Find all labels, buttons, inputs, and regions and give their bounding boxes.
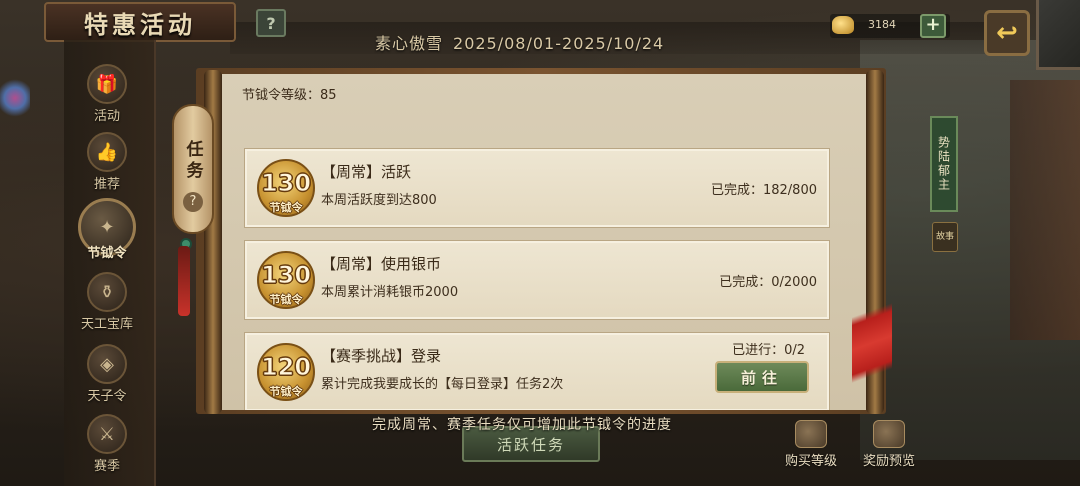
treasure-icon: ⚱	[87, 272, 127, 312]
token-reward-badge: 130 节钺令	[257, 251, 315, 309]
right-vertical-sign[interactable]: 势陆郁主	[930, 116, 958, 212]
task-description: 本周活跃度到达800	[321, 193, 437, 208]
money-bag-icon	[795, 420, 827, 448]
buy-level-button[interactable]: 购买等级	[776, 420, 846, 472]
season-icon: ⚔	[87, 414, 127, 454]
currency-display: 3184 +	[830, 14, 950, 38]
task-card: 130 节钺令 【周常】使用银币 本周累计消耗银币2000 已完成：0/2000	[244, 240, 830, 320]
page-title: 特惠活动	[84, 9, 196, 39]
sidebar-item-label: 节钺令	[87, 246, 127, 261]
background-door	[1010, 80, 1080, 340]
go-button[interactable]: 前往	[715, 361, 809, 393]
sidebar-item-label: 活动	[93, 109, 120, 124]
story-button[interactable]: 故事	[932, 222, 958, 252]
sidebar-item-label: 推荐	[93, 177, 120, 192]
reward-points: 120	[260, 353, 312, 382]
reward-preview-label: 奖励预览	[862, 454, 915, 469]
right-sign-text: 势陆郁主	[936, 136, 951, 192]
gold-ingot-icon	[832, 16, 854, 34]
page-title-banner: 特惠活动	[44, 2, 236, 42]
gift-box-icon	[873, 420, 905, 448]
sidebar-item-decree[interactable]: ◈ 天子令	[66, 344, 148, 406]
event-name: 素心傲雪	[375, 34, 444, 53]
buy-level-label: 购买等级	[784, 454, 837, 469]
token-level: 节钺令等级：85	[242, 88, 337, 103]
event-dates: 2025/08/01-2025/10/24	[453, 34, 665, 53]
task-description: 本周累计消耗银币2000	[321, 285, 459, 300]
task-progress: 已完成：0/2000	[719, 275, 817, 290]
tab-tasks[interactable]: 任务 ?	[172, 104, 214, 234]
reward-unit: 节钺令	[269, 293, 303, 306]
star-decoration-icon	[0, 76, 30, 120]
task-title: 【周常】活跃	[321, 163, 412, 181]
task-title: 【赛季挑战】登录	[321, 347, 442, 365]
reward-points: 130	[260, 261, 312, 290]
thumbs-up-icon: 👍	[87, 132, 127, 172]
task-panel: 节钺令等级：85 130 节钺令 【周常】活跃 本周活跃度到达800 已完成：1…	[222, 74, 866, 410]
gift-icon: 🎁	[87, 64, 127, 104]
reward-unit: 节钺令	[269, 385, 303, 398]
ribbon-decoration	[852, 268, 892, 418]
help-button[interactable]: ?	[256, 9, 286, 37]
token-reward-badge: 130 节钺令	[257, 159, 315, 217]
sidebar-item-activity[interactable]: 🎁 活动	[66, 64, 148, 126]
sidebar-item-token[interactable]: ✦ 节钺令	[66, 198, 148, 270]
decree-icon: ◈	[87, 344, 127, 384]
task-description: 累计完成我要成长的【每日登录】任务2次	[321, 377, 564, 392]
tab-help-icon[interactable]: ?	[183, 192, 203, 212]
task-progress: 已完成：182/800	[710, 183, 817, 198]
tassel	[178, 246, 190, 316]
currency-amount: 3184	[868, 18, 896, 31]
sidebar-item-treasure[interactable]: ⚱ 天工宝库	[66, 272, 148, 334]
reward-preview-button[interactable]: 奖励预览	[854, 420, 924, 472]
tab-tasks-label: 任务	[182, 140, 203, 182]
corner-ornament	[1036, 0, 1080, 70]
sidebar-item-label: 天工宝库	[80, 317, 133, 332]
task-card: 130 节钺令 【周常】活跃 本周活跃度到达800 已完成：182/800	[244, 148, 830, 228]
add-currency-button[interactable]: +	[920, 14, 946, 38]
sidebar-item-label: 赛季	[93, 459, 120, 474]
task-title: 【周常】使用银币	[321, 255, 442, 273]
sidebar-item-label: 天子令	[87, 389, 127, 404]
footer-note: 完成周常、赛季任务仅可增加此节钺令的进度	[372, 417, 672, 433]
event-info: 素心傲雪 2025/08/01-2025/10/24	[375, 30, 664, 54]
sidebar-item-season[interactable]: ⚔ 赛季	[66, 414, 148, 476]
sidebar-item-recommend[interactable]: 👍 推荐	[66, 132, 148, 194]
reward-unit: 节钺令	[269, 201, 303, 214]
task-card: 120 节钺令 【赛季挑战】登录 累计完成我要成长的【每日登录】任务2次 已进行…	[244, 332, 830, 410]
reward-points: 130	[260, 169, 312, 198]
task-progress: 已进行：0/2	[732, 343, 805, 358]
token-reward-badge: 120 节钺令	[257, 343, 315, 401]
back-button[interactable]: ↩	[984, 10, 1030, 56]
